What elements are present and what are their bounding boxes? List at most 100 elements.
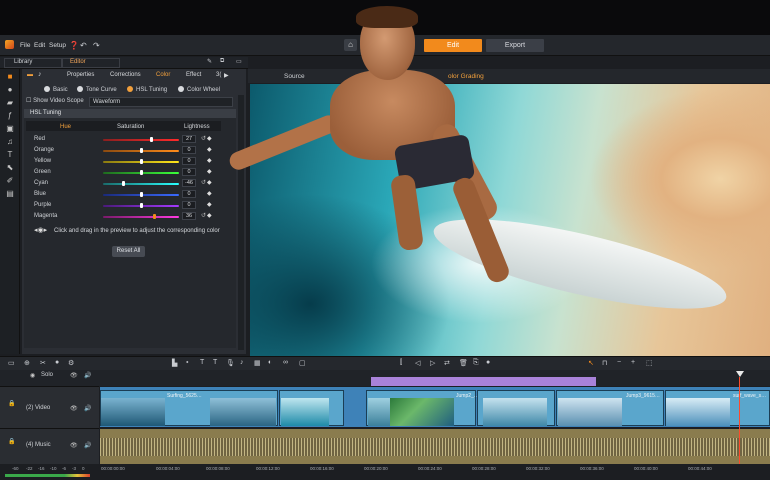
volume-icon[interactable]: 🔊: [84, 405, 91, 412]
fit-icon[interactable]: ⬚: [646, 359, 653, 367]
overlay-icon[interactable]: ▣: [6, 125, 14, 133]
in-point-icon[interactable]: ◁: [415, 359, 420, 367]
delete-icon[interactable]: 🗑: [459, 359, 468, 367]
tab-properties[interactable]: Properties: [67, 72, 94, 78]
slider-thumb[interactable]: [150, 137, 153, 142]
marker-icon[interactable]: ●: [55, 359, 59, 366]
link-icon[interactable]: ∞: [283, 359, 288, 366]
note-icon[interactable]: ♪: [38, 71, 42, 78]
lock-icon[interactable]: 🔒: [8, 438, 15, 445]
subtitle-icon[interactable]: T: [213, 359, 217, 366]
title-icon[interactable]: T: [200, 359, 204, 366]
slider-red[interactable]: [103, 139, 179, 141]
fx-icon[interactable]: ƒ: [6, 112, 14, 120]
edit-mode-tab[interactable]: Edit: [424, 39, 482, 52]
column-hue[interactable]: Hue: [60, 124, 71, 130]
keyframe-dot-icon[interactable]: ◆: [207, 146, 212, 153]
music-tool-icon[interactable]: ♪: [240, 359, 244, 366]
reset-row-icon[interactable]: ↺: [201, 135, 206, 142]
value-magenta[interactable]: 36: [182, 212, 196, 220]
undock-icon[interactable]: ⧉: [220, 58, 224, 65]
out-point-icon[interactable]: ▷: [430, 359, 435, 367]
mask-icon[interactable]: ⬩: [186, 359, 189, 367]
keyframe-dot-icon[interactable]: ◆: [207, 212, 212, 219]
keyframe-dot-icon[interactable]: ◆: [207, 179, 212, 186]
visibility-icon[interactable]: 👁: [70, 442, 78, 449]
slider-thumb[interactable]: [140, 203, 143, 208]
slider-thumb[interactable]: [153, 214, 156, 219]
selection-range-bar[interactable]: [371, 377, 596, 386]
music-icon[interactable]: ♫: [6, 138, 14, 146]
add-track-icon[interactable]: ⊕: [24, 359, 30, 367]
scope-select[interactable]: Waveform: [89, 97, 233, 107]
checkbox-icon[interactable]: ☐: [26, 98, 31, 104]
slider-magenta[interactable]: [103, 216, 179, 218]
editor-tab[interactable]: Editor: [70, 59, 86, 65]
value-purple[interactable]: 0: [182, 201, 196, 209]
pointer-icon[interactable]: ↖: [588, 359, 594, 367]
help-icon[interactable]: ❓: [69, 41, 79, 50]
mode-hsl-tuning[interactable]: HSL Tuning: [127, 86, 167, 93]
folder-icon[interactable]: ▬: [27, 72, 33, 78]
mode-tone-curve[interactable]: Tone Curve: [77, 86, 117, 93]
panel-scrollbar[interactable]: [238, 95, 244, 350]
tab-source[interactable]: Source: [284, 73, 305, 80]
value-blue[interactable]: 0: [182, 190, 196, 198]
keyframe-dot-icon[interactable]: ◆: [207, 168, 212, 175]
menu-file[interactable]: File: [20, 42, 30, 49]
home-button[interactable]: ⌂: [344, 39, 357, 51]
tab-color[interactable]: Color: [156, 72, 170, 78]
reset-row-icon[interactable]: ↺: [201, 212, 206, 219]
export-mode-tab[interactable]: Export: [486, 39, 544, 52]
audio-icon[interactable]: ▙: [172, 359, 177, 367]
volume-icon[interactable]: 🔊: [84, 372, 91, 379]
menu-edit[interactable]: Edit: [34, 42, 45, 49]
split-icon[interactable]: ✂: [40, 359, 46, 367]
library-tab[interactable]: Library: [14, 59, 32, 65]
text-icon[interactable]: T: [6, 151, 14, 159]
paint-icon[interactable]: ✐: [6, 177, 14, 185]
slider-thumb[interactable]: [140, 170, 143, 175]
playhead-handle[interactable]: [736, 371, 744, 377]
settings-icon[interactable]: ⚙: [68, 359, 74, 367]
redo-icon[interactable]: ↷: [93, 41, 100, 50]
value-red[interactable]: 27: [182, 135, 196, 143]
mic-icon[interactable]: 🎙: [226, 359, 235, 367]
slider-thumb[interactable]: [140, 148, 143, 153]
slider-cyan[interactable]: [103, 183, 179, 185]
hsl-section-header[interactable]: HSL Tuning: [24, 109, 236, 118]
solo-toggle-icon[interactable]: ◉: [30, 372, 35, 379]
transition-icon[interactable]: ▰: [6, 99, 14, 107]
reset-all-button[interactable]: Reset All: [112, 246, 145, 257]
mode-basic[interactable]: Basic: [44, 86, 68, 93]
mode-color-wheel[interactable]: Color Wheel: [178, 86, 220, 93]
tab-corrections[interactable]: Corrections: [110, 72, 141, 78]
crop-icon[interactable]: ▢: [299, 359, 306, 367]
layout-icon[interactable]: ▭: [236, 58, 242, 65]
ripple-icon[interactable]: ⇄: [444, 359, 450, 367]
trim-icon[interactable]: ⫿: [400, 359, 402, 367]
zoom-in-icon[interactable]: +: [631, 359, 635, 366]
keyframe-dot-icon[interactable]: ◆: [207, 157, 212, 164]
tab-color-grading[interactable]: olor Grading: [448, 73, 484, 80]
slider-thumb[interactable]: [140, 159, 143, 164]
undo-icon[interactable]: ↶: [80, 41, 87, 50]
slider-thumb[interactable]: [122, 181, 125, 186]
visibility-icon[interactable]: 👁: [70, 372, 78, 379]
keyframe-dot-icon[interactable]: ◆: [207, 135, 212, 142]
effects-icon[interactable]: ●: [6, 86, 14, 94]
picker-target-icon[interactable]: ◂◉▸: [34, 226, 47, 234]
tab-more[interactable]: 3(: [216, 72, 221, 78]
menu-setup[interactable]: Setup: [49, 42, 66, 49]
visibility-icon[interactable]: 👁: [70, 405, 78, 412]
playhead-line[interactable]: [739, 377, 740, 465]
mix-icon[interactable]: ▦: [254, 359, 261, 367]
value-green[interactable]: 0: [182, 168, 196, 176]
volume-icon[interactable]: 🔊: [84, 442, 91, 449]
column-saturation[interactable]: Saturation: [117, 124, 144, 130]
magnet-icon[interactable]: ⊓: [602, 359, 607, 367]
pin-icon[interactable]: ✎: [207, 58, 212, 65]
copy-icon[interactable]: ⎘: [473, 359, 479, 367]
zoom-out-icon[interactable]: −: [617, 359, 621, 366]
media-icon[interactable]: ■: [6, 73, 14, 81]
